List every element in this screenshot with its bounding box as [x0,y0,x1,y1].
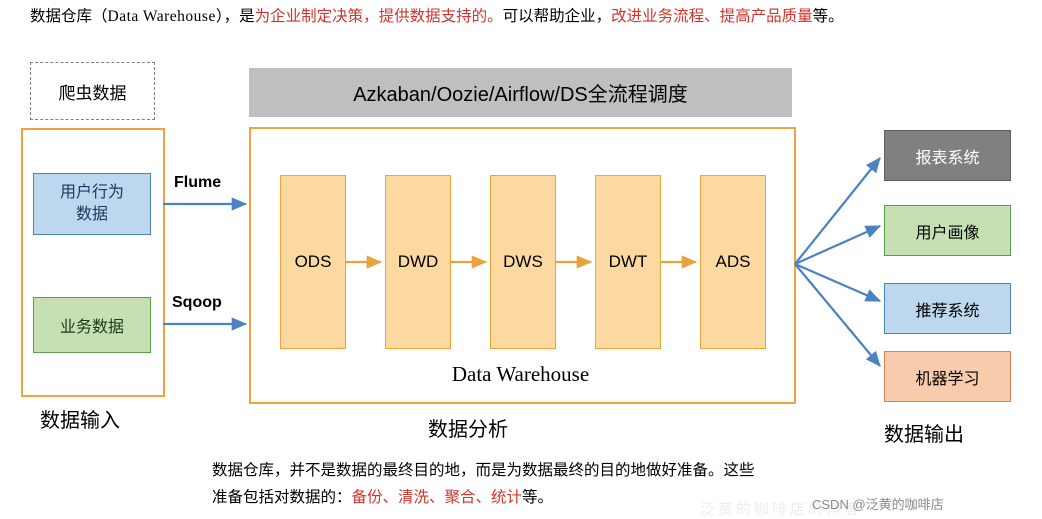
top-caption-term: Data Warehouse [107,8,216,25]
warehouse-stage-ods-label: ODS [294,252,332,271]
warehouse-stage-ods: ODS [280,175,346,349]
scheduler-label: Azkaban/Oozie/Airflow/DS全流程调度 [353,84,688,106]
top-caption-highlight-2: 改进业务流程、提高产品质量 [611,8,813,25]
watermark-csdn: CSDN @泛黄的咖啡店 [812,497,944,512]
warehouse-stage-ads-label: ADS [715,252,751,271]
top-caption: 数据仓库（Data Warehouse），是为企业制定决策，提供数据支持的。可以… [30,6,1020,28]
output-label-report-system: 报表系统 [915,149,980,167]
warehouse-stage-dwd-label: DWD [397,252,439,271]
output-box-machine-learning: 机器学习 [884,351,1011,402]
crawler-data-box: 爬虫数据 [30,62,155,120]
arrow-to-report-system [794,157,881,265]
arrow-to-recommendation [794,262,882,303]
user-behavior-label-line1: 用户行为 [59,184,124,201]
bottom-caption-line2-a: 准备包括对数据的： [212,489,352,506]
business-data-label: 业务数据 [59,319,124,336]
crawler-data-label: 爬虫数据 [58,83,127,103]
arrow-to-machine-learning [794,263,881,367]
data-warehouse-title: Data Warehouse [451,362,590,386]
bottom-caption-line1: 数据仓库，并不是数据的最终目的地，而是为数据最终的目的地做好准备。这些 [212,462,755,479]
user-behavior-label-line2: 数据 [75,206,108,223]
warehouse-stage-dwt-label: DWT [608,252,648,271]
output-box-report-system: 报表系统 [884,130,1011,181]
output-label-machine-learning: 机器学习 [915,370,980,388]
output-box-user-profile: 用户画像 [884,205,1011,256]
warehouse-stage-dwt: DWT [595,175,661,349]
scheduler-bar: Azkaban/Oozie/Airflow/DS全流程调度 [249,68,792,117]
output-box-recommendation: 推荐系统 [884,283,1011,334]
warehouse-stage-dws-label: DWS [503,252,543,271]
data-analysis-group-label: 数据分析 [428,419,508,441]
user-behavior-data-box: 用户行为 数据 [33,173,151,235]
top-caption-highlight-1: 为企业制定决策，提供数据支持的。 [254,8,503,25]
output-label-user-profile: 用户画像 [915,224,980,242]
bottom-caption-highlight: 备份、清洗、聚合、统计 [351,489,523,506]
warehouse-stage-dwd: DWD [385,175,451,349]
top-caption-seg3: ），是 [215,8,255,25]
data-input-group [21,128,165,397]
flume-arrow-label: Flume [174,174,222,191]
warehouse-stage-dws: DWS [490,175,556,349]
output-label-recommendation: 推荐系统 [915,302,980,320]
arrow-to-user-profile [794,224,882,266]
sqoop-arrow-label: Sqoop [172,294,222,311]
data-input-group-label: 数据输入 [40,410,120,432]
data-output-group-label: 数据输出 [884,424,964,446]
warehouse-stage-ads: ADS [700,175,766,349]
top-caption-seg5: 可以帮助企业， [502,8,612,25]
bottom-caption-line2-b: 等。 [522,489,554,506]
top-caption-seg7: 等。 [812,8,844,25]
top-caption-seg1: 数据仓库（ [30,8,108,25]
business-data-box: 业务数据 [33,297,151,353]
